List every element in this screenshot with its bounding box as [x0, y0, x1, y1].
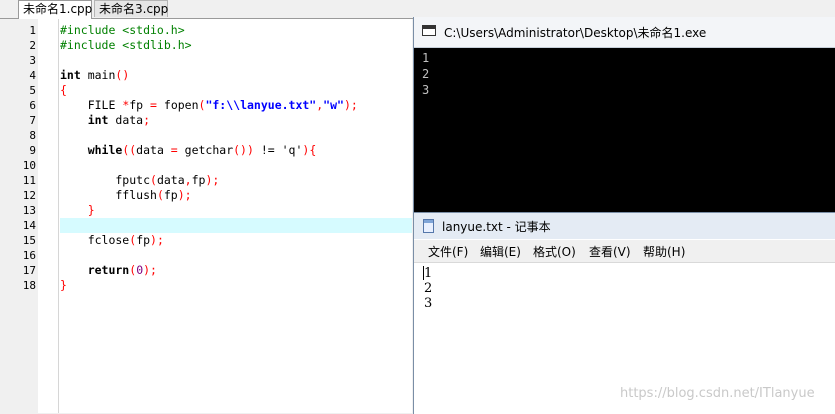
line-number: 12: [22, 189, 36, 202]
watermark: https://blog.csdn.net/ITlanyue: [620, 386, 815, 401]
line-number: 3: [29, 54, 36, 67]
console-window[interactable]: C:\Users\Administrator\Desktop\未命名1.exe …: [413, 17, 835, 213]
code-line-11: fputc(data,fp);: [60, 173, 220, 187]
code-line-5: {: [60, 83, 67, 97]
console-output-line: 1: [422, 51, 430, 65]
console-icon: [422, 25, 436, 36]
line-number: 14: [22, 219, 36, 232]
line-number: 5: [29, 84, 36, 97]
notepad-icon: [423, 219, 434, 233]
notepad-text-line: 3: [424, 296, 433, 311]
line-number-gutter: 1 2 3 4 5 6 7 8 9 10 11 12 13 14 15 16 1…: [0, 19, 52, 413]
line-number: 16: [22, 249, 36, 262]
console-output[interactable]: 1 2 3: [422, 50, 429, 98]
fold-margin: [38, 19, 59, 413]
code-line-18: }: [60, 278, 67, 292]
line-number: 1: [29, 24, 36, 37]
notepad-window[interactable]: lanyue.txt - 记事本 文件(F) 编辑(E) 格式(O) 查看(V)…: [413, 212, 835, 414]
line-number: 18: [22, 279, 36, 292]
tab-untitled1[interactable]: 未命名1.cpp: [18, 0, 92, 19]
notepad-title: lanyue.txt - 记事本: [442, 220, 551, 234]
line-number: 15: [22, 234, 36, 247]
menu-help[interactable]: 帮助(H): [643, 243, 685, 260]
code-line-1: #include <stdio.h>: [60, 23, 185, 37]
code-line-13: }: [60, 203, 95, 217]
tab-untitled3[interactable]: 未命名3.cpp: [94, 0, 168, 17]
console-output-line: 2: [422, 67, 430, 81]
line-number: 13: [22, 204, 36, 217]
code-editor[interactable]: 1 2 3 4 5 6 7 8 9 10 11 12 13 14 15 16 1…: [0, 19, 412, 413]
line-number: 10: [22, 159, 36, 172]
code-line-9: while((data = getchar()) != 'q'){: [60, 143, 317, 157]
line-number: 8: [29, 129, 36, 142]
line-number: 11: [22, 174, 36, 187]
code-line-2: #include <stdlib.h>: [60, 38, 192, 52]
notepad-menu-bar: 文件(F) 编辑(E) 格式(O) 查看(V) 帮助(H): [414, 240, 835, 263]
notepad-text-line: 2: [424, 281, 433, 296]
code-line-15: fclose(fp);: [60, 233, 164, 247]
menu-edit[interactable]: 编辑(E): [480, 243, 521, 260]
code-line-14-current: [60, 218, 412, 233]
code-line-17: return(0);: [60, 263, 157, 277]
code-line-6: FILE *fp = fopen("f:\\lanyue.txt","w");: [60, 98, 358, 112]
notepad-text-area[interactable]: 1 2 3: [424, 266, 432, 311]
notepad-text-line: 1: [424, 266, 433, 281]
line-number: 2: [29, 39, 36, 52]
line-number: 17: [22, 264, 36, 277]
line-number: 4: [29, 69, 36, 82]
menu-view[interactable]: 查看(V): [589, 243, 631, 260]
code-area[interactable]: #include <stdio.h> #include <stdlib.h> i…: [60, 19, 412, 413]
console-title-bar[interactable]: C:\Users\Administrator\Desktop\未命名1.exe: [414, 17, 835, 48]
menu-file[interactable]: 文件(F): [428, 243, 468, 260]
notepad-title-bar[interactable]: lanyue.txt - 记事本: [414, 213, 835, 239]
menu-format[interactable]: 格式(O): [533, 243, 576, 260]
line-number: 6: [29, 99, 36, 112]
console-title: C:\Users\Administrator\Desktop\未命名1.exe: [444, 26, 707, 40]
code-line-12: fflush(fp);: [60, 188, 192, 202]
console-output-line: 3: [422, 83, 430, 97]
code-line-7: int data;: [60, 113, 151, 127]
line-number: 7: [29, 114, 36, 127]
code-line-4: int main(): [60, 68, 130, 82]
line-number: 9: [29, 144, 36, 157]
